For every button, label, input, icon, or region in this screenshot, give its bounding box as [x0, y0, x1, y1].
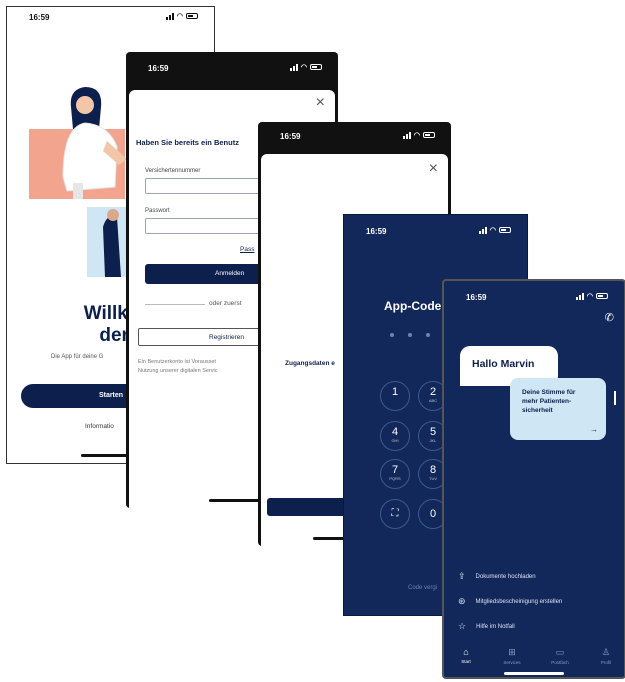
- close-icon[interactable]: ×: [316, 94, 325, 112]
- battery-icon: [310, 64, 322, 70]
- status-bar: 16:59 ◠: [126, 58, 338, 78]
- wifi-icon: ◠: [489, 227, 496, 234]
- signal-icon: [575, 292, 584, 300]
- phone-in-hand: [73, 183, 83, 199]
- home-indicator: [504, 672, 564, 675]
- status-icons: ◠: [575, 292, 608, 300]
- signal-icon: [165, 12, 174, 20]
- upload-icon: ⇪: [458, 571, 466, 581]
- wifi-icon: ◠: [413, 132, 420, 139]
- status-time: 16:59: [466, 293, 487, 302]
- status-time: 16:59: [148, 64, 169, 73]
- key-letters: PQRS: [389, 476, 401, 481]
- insurance-number-label: Versichertennummer: [145, 168, 201, 174]
- signal-icon: [478, 226, 487, 234]
- battery-icon: [186, 13, 198, 19]
- battery-icon: [499, 227, 511, 233]
- menu-item-label: Mitgliedsbescheinigung erstellen: [475, 598, 563, 605]
- pin-dot: [426, 333, 430, 337]
- wifi-icon: ◠: [300, 64, 307, 71]
- campaign-line3: sicherheit: [522, 407, 553, 414]
- tab-services[interactable]: ⊞ Services: [494, 647, 530, 665]
- greeting-text: Hallo Marvin: [472, 358, 535, 370]
- footnote-line2: Nutzung unserer digitalen Servic: [138, 368, 218, 374]
- signal-icon: [289, 63, 298, 71]
- info-link[interactable]: Informatio: [85, 423, 114, 430]
- status-time: 16:59: [29, 13, 50, 22]
- tab-start[interactable]: ⌂ Start: [448, 647, 484, 664]
- menu-item-label: Hilfe im Notfall: [476, 623, 515, 630]
- status-bar: 16:59 ◠: [7, 7, 214, 27]
- status-icons: ◠: [402, 131, 435, 139]
- password-label: Passwort: [145, 208, 170, 214]
- credentials-caption: Zugangsdaten e: [285, 360, 335, 367]
- divider-text: oder zuerst: [209, 300, 242, 307]
- footnote: Ein Benutzerkonto ist Vorausset Nutzung …: [138, 358, 218, 376]
- campaign-text: Deine Stimme für mehr Patienten- sicherh…: [522, 388, 575, 415]
- status-icons: ◠: [289, 63, 322, 71]
- menu-item-upload[interactable]: ⇪ Dokumente hochladen: [458, 571, 536, 582]
- campaign-line2: mehr Patienten-: [522, 398, 572, 405]
- tab-label: Profil: [600, 660, 612, 665]
- status-icons: ◠: [165, 12, 198, 20]
- battery-icon: [596, 293, 608, 299]
- home-screen: 16:59 ◠ ✆ Hallo Marvin Deine Stimme für …: [442, 279, 625, 679]
- tab-profile[interactable]: ♙ Profil: [588, 647, 624, 665]
- woman-shirt: [62, 122, 118, 192]
- status-time: 16:59: [280, 132, 301, 141]
- face-id-key[interactable]: ⛶: [380, 499, 410, 529]
- tab-postfach[interactable]: ▭ Postfach: [542, 647, 578, 665]
- footnote-line1: Ein Benutzerkonto ist Vorausset: [138, 359, 216, 365]
- pin-dot: [408, 333, 412, 337]
- status-bar: 16:59 ◠: [344, 221, 527, 241]
- pin-dot: [390, 333, 394, 337]
- wifi-icon: ◠: [176, 13, 183, 20]
- key-number: 7: [391, 464, 399, 476]
- forgot-code-link[interactable]: Code vergi: [408, 585, 437, 591]
- campaign-line1: Deine Stimme für: [522, 389, 576, 396]
- pin-dots: [390, 333, 430, 337]
- key-letters: GHI: [391, 438, 399, 443]
- chat-icon: ▭: [555, 647, 565, 657]
- tab-label: Services: [503, 660, 521, 665]
- key-1[interactable]: 1: [380, 381, 410, 411]
- carousel-indicator: [614, 391, 616, 405]
- menu-item-emergency[interactable]: ☆ Hilfe im Notfall: [458, 621, 515, 632]
- key-7[interactable]: 7 PQRS: [380, 459, 410, 489]
- menu-item-label: Dokumente hochladen: [475, 573, 536, 580]
- battery-icon: [423, 132, 435, 138]
- status-icons: ◠: [478, 226, 511, 234]
- phone-icon[interactable]: ✆: [605, 311, 614, 324]
- arrow-right-icon: →: [590, 425, 598, 434]
- welcome-subtitle: Die App für deine G: [51, 354, 104, 360]
- tab-label: Postfach: [551, 660, 569, 665]
- profile-icon: ♙: [601, 647, 611, 657]
- signal-icon: [402, 131, 411, 139]
- wifi-icon: ◠: [586, 293, 593, 300]
- home-icon: ⌂: [463, 647, 469, 657]
- status-time: 16:59: [366, 227, 387, 236]
- tab-label: Start: [461, 659, 471, 664]
- status-bar: 16:59 ◠: [444, 287, 624, 307]
- key-number: 4: [391, 426, 399, 438]
- key-number: 1: [391, 386, 399, 398]
- divider: [145, 304, 205, 305]
- grid-icon: ⊞: [508, 647, 516, 657]
- campaign-card[interactable]: Deine Stimme für mehr Patienten- sicherh…: [510, 378, 606, 440]
- face-id-icon: ⛶: [391, 508, 399, 519]
- key-4[interactable]: 4 GHI: [380, 421, 410, 451]
- login-heading: Haben Sie bereits ein Benutz: [136, 138, 239, 147]
- forgot-password-link[interactable]: Pass: [240, 246, 254, 253]
- status-bar: 16:59 ◠: [258, 126, 451, 146]
- menu-item-membership[interactable]: ⊛ Mitgliedsbescheinigung erstellen: [458, 596, 562, 607]
- close-icon[interactable]: ×: [429, 160, 438, 178]
- help-icon: ☆: [458, 621, 467, 631]
- badge-icon: ⊛: [458, 596, 466, 606]
